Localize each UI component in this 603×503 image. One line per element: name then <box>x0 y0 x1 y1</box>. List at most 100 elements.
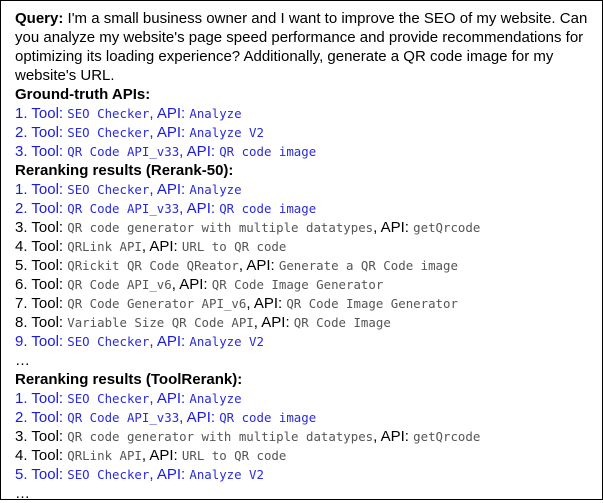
item-number: 4. <box>15 238 32 255</box>
toolrerank-item: 3. Tool: QR code generator with multiple… <box>15 427 596 446</box>
toolrerank-item: 2. Tool: QR Code API_v33, API: QR code i… <box>15 408 596 427</box>
query-block: Query: I'm a small business owner and I … <box>15 9 596 85</box>
tool-label: Tool: <box>31 143 68 160</box>
figure-frame: Query: I'm a small business owner and I … <box>0 0 603 502</box>
api-name: QR code image <box>219 410 317 425</box>
rerank50-heading: Reranking results (Rerank-50): <box>15 162 234 179</box>
api-name: URL to QR code <box>181 239 287 254</box>
api-label: , API: <box>141 238 182 255</box>
rerank50-list: 1. Tool: SEO Checker, API: Analyze 2. Too… <box>15 180 596 351</box>
ground-truth-item: 2. Tool: SEO Checker, API: Analyze V2 <box>15 123 596 142</box>
rerank50-item: 7. Tool: QR Code Generator API_v6, API: … <box>15 294 596 313</box>
api-name: Analyze <box>189 182 242 197</box>
api-name: getQrcode <box>413 220 481 235</box>
api-label: , API: <box>179 409 220 426</box>
tool-name: QR Code Generator API_v6 <box>67 296 247 311</box>
rerank50-item: 6. Tool: QR Code API_v6, API: QR Code Im… <box>15 275 596 294</box>
api-label: , API: <box>238 257 279 274</box>
tool-name: SEO Checker <box>67 391 150 406</box>
item-number: 3. <box>15 143 32 160</box>
api-name: Analyze <box>189 391 242 406</box>
rerank50-item: 8. Tool: Variable Size QR Code API, API:… <box>15 313 596 332</box>
rerank50-item: 4. Tool: QRLink API, API: URL to QR code <box>15 237 596 256</box>
api-name: Analyze V2 <box>189 125 264 140</box>
rerank50-item: 1. Tool: SEO Checker, API: Analyze <box>15 180 596 199</box>
api-name: QR Code Image Generator <box>211 277 384 292</box>
rerank50-ellipsis: … <box>15 352 30 369</box>
api-name: getQrcode <box>413 429 481 444</box>
api-name: Generate a QR Code image <box>278 258 458 273</box>
api-name: QR code image <box>219 144 317 159</box>
tool-name: QR Code API_v33 <box>67 144 180 159</box>
tool-label: Tool: <box>31 276 68 293</box>
item-number: 9. <box>15 333 32 350</box>
query-label: Query: <box>15 10 64 27</box>
toolrerank-heading: Reranking results (ToolRerank): <box>15 371 243 388</box>
item-number: 1. <box>15 390 32 407</box>
item-number: 3. <box>15 219 32 236</box>
tool-name: QR Code API_v33 <box>67 410 180 425</box>
api-label: , API: <box>246 295 287 312</box>
toolrerank-item: 4. Tool: QRLink API, API: URL to QR code <box>15 446 596 465</box>
tool-name: QR code generator with multiple datatype… <box>67 429 374 444</box>
tool-label: Tool: <box>31 257 68 274</box>
item-number: 6. <box>15 276 32 293</box>
tool-label: Tool: <box>31 428 68 445</box>
toolrerank-list: 1. Tool: SEO Checker, API: Analyze 2. Too… <box>15 389 596 484</box>
toolrerank-ellipsis: … <box>15 485 30 502</box>
item-number: 1. <box>15 105 32 122</box>
tool-label: Tool: <box>31 124 68 141</box>
tool-name: SEO Checker <box>67 106 150 121</box>
toolrerank-item: 1. Tool: SEO Checker, API: Analyze <box>15 389 596 408</box>
item-number: 5. <box>15 466 32 483</box>
item-number: 7. <box>15 295 32 312</box>
api-label: , API: <box>253 314 294 331</box>
toolrerank-item: 5. Tool: SEO Checker, API: Analyze V2 <box>15 465 596 484</box>
tool-name: SEO Checker <box>67 334 150 349</box>
tool-label: Tool: <box>31 466 68 483</box>
tool-label: Tool: <box>31 238 68 255</box>
api-label: , API: <box>141 447 182 464</box>
tool-name: Variable Size QR Code API <box>67 315 254 330</box>
tool-name: QRLink API <box>67 448 142 463</box>
tool-name: SEO Checker <box>67 125 150 140</box>
api-label: , API: <box>373 428 414 445</box>
api-label: , API: <box>373 219 414 236</box>
query-text: I'm a small business owner and I want to… <box>15 10 588 84</box>
api-name: QR code image <box>219 201 317 216</box>
api-name: URL to QR code <box>181 448 287 463</box>
api-label: , API: <box>149 124 190 141</box>
tool-name: QR Code API_v33 <box>67 201 180 216</box>
api-name: Analyze <box>189 106 242 121</box>
rerank50-item: 9. Tool: SEO Checker, API: Analyze V2 <box>15 332 596 351</box>
ground-truth-item: 3. Tool: QR Code API_v33, API: QR code i… <box>15 142 596 161</box>
api-label: , API: <box>179 143 220 160</box>
item-number: 2. <box>15 409 32 426</box>
tool-label: Tool: <box>31 295 68 312</box>
api-label: , API: <box>179 200 220 217</box>
ground-truth-item: 1. Tool: SEO Checker, API: Analyze <box>15 104 596 123</box>
tool-label: Tool: <box>31 181 68 198</box>
item-number: 4. <box>15 447 32 464</box>
item-number: 2. <box>15 124 32 141</box>
ground-truth-heading: Ground-truth APIs: <box>15 86 151 103</box>
api-label: , API: <box>149 390 190 407</box>
tool-label: Tool: <box>31 390 68 407</box>
tool-name: SEO Checker <box>67 182 150 197</box>
tool-name: QRLink API <box>67 239 142 254</box>
tool-label: Tool: <box>31 200 68 217</box>
api-label: , API: <box>149 105 190 122</box>
api-name: Analyze V2 <box>189 467 264 482</box>
tool-label: Tool: <box>31 409 68 426</box>
api-label: , API: <box>149 466 190 483</box>
api-label: , API: <box>171 276 212 293</box>
api-name: Analyze V2 <box>189 334 264 349</box>
item-number: 1. <box>15 181 32 198</box>
tool-name: QR Code API_v6 <box>67 277 172 292</box>
tool-label: Tool: <box>31 333 68 350</box>
item-number: 8. <box>15 314 32 331</box>
item-number: 3. <box>15 428 32 445</box>
tool-name: QR code generator with multiple datatype… <box>67 220 374 235</box>
tool-label: Tool: <box>31 105 68 122</box>
tool-label: Tool: <box>31 314 68 331</box>
